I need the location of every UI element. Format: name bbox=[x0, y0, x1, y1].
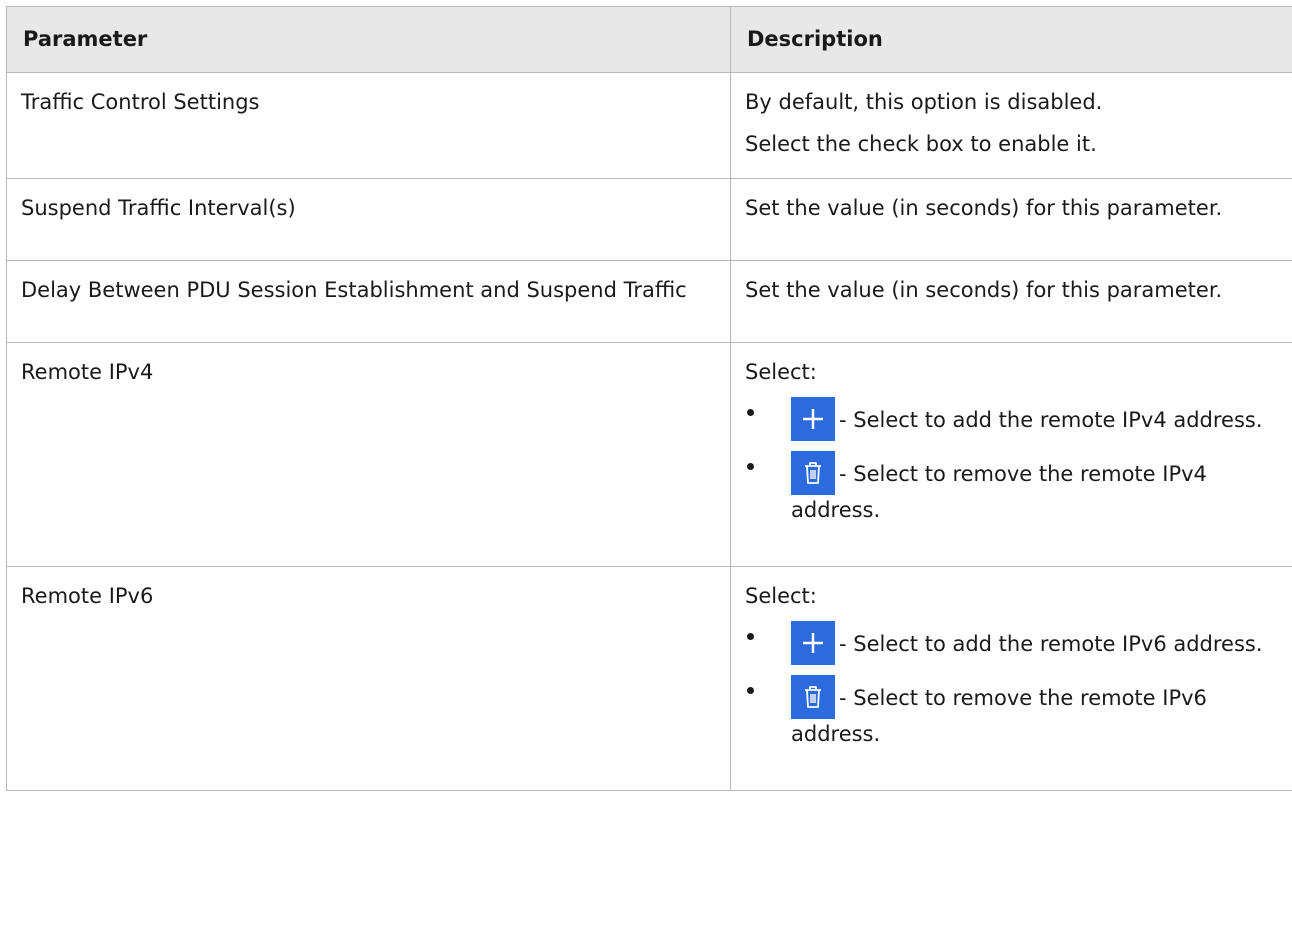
desc-cell: By default, this option is disabled. Sel… bbox=[730, 72, 1292, 179]
desc-cell: Set the value (in seconds) for this para… bbox=[730, 178, 1292, 261]
bullet-icon bbox=[747, 409, 754, 416]
option-list: - Select to add the remote IPv4 address.… bbox=[745, 397, 1292, 525]
table-row: Remote IPv6 Select: - Select to add the … bbox=[6, 566, 1292, 791]
param-cell: Traffic Control Settings bbox=[6, 72, 731, 179]
desc-line: Select the check box to enable it. bbox=[745, 132, 1097, 156]
bullet-icon bbox=[747, 463, 754, 470]
param-cell: Remote IPv6 bbox=[6, 566, 731, 791]
param-cell: Suspend Traffic Interval(s) bbox=[6, 178, 731, 261]
desc-cell: Select: - Select to add the remote IPv4 … bbox=[730, 342, 1292, 567]
param-cell: Remote IPv4 bbox=[6, 342, 731, 567]
param-cell: Delay Between PDU Session Establishment … bbox=[6, 260, 731, 343]
desc-line: By default, this option is disabled. bbox=[745, 90, 1103, 114]
plus-icon bbox=[791, 621, 835, 665]
bullet-icon bbox=[747, 687, 754, 694]
option-text: - Select to remove the remote IPv4 addre… bbox=[791, 462, 1207, 522]
table-header-row: Parameter Description bbox=[6, 6, 1292, 73]
option-text: - Select to remove the remote IPv6 addre… bbox=[791, 686, 1207, 746]
header-description: Description bbox=[730, 6, 1292, 73]
table-row: Delay Between PDU Session Establishment … bbox=[6, 260, 1292, 343]
list-item: - Select to add the remote IPv6 address. bbox=[745, 621, 1292, 665]
bullet-icon bbox=[747, 633, 754, 640]
desc-cell: Set the value (in seconds) for this para… bbox=[730, 260, 1292, 343]
select-label: Select: bbox=[745, 360, 817, 384]
trash-icon bbox=[791, 451, 835, 495]
list-item: - Select to remove the remote IPv6 addre… bbox=[745, 675, 1292, 749]
trash-icon bbox=[791, 675, 835, 719]
desc-cell: Select: - Select to add the remote IPv6 … bbox=[730, 566, 1292, 791]
table-row: Suspend Traffic Interval(s) Set the valu… bbox=[6, 178, 1292, 261]
plus-icon bbox=[791, 397, 835, 441]
select-label: Select: bbox=[745, 584, 817, 608]
parameter-table: Parameter Description Traffic Control Se… bbox=[6, 6, 1292, 791]
list-item: - Select to remove the remote IPv4 addre… bbox=[745, 451, 1292, 525]
option-list: - Select to add the remote IPv6 address.… bbox=[745, 621, 1292, 749]
table-row: Traffic Control Settings By default, thi… bbox=[6, 72, 1292, 179]
list-item: - Select to add the remote IPv4 address. bbox=[745, 397, 1292, 441]
header-parameter: Parameter bbox=[6, 6, 731, 73]
table-row: Remote IPv4 Select: - Select to add the … bbox=[6, 342, 1292, 567]
option-text: - Select to add the remote IPv6 address. bbox=[839, 632, 1263, 656]
option-text: - Select to add the remote IPv4 address. bbox=[839, 408, 1263, 432]
